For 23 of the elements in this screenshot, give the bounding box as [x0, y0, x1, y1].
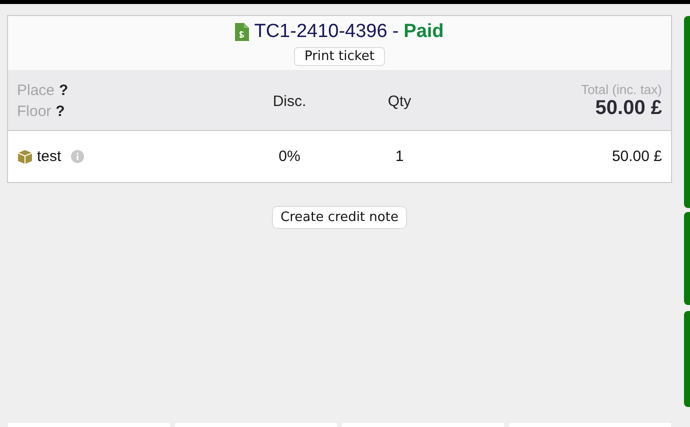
- print-ticket-button[interactable]: Print ticket: [294, 47, 385, 66]
- place-label: Place: [17, 82, 55, 99]
- floor-value: ?: [56, 103, 65, 120]
- place-value: ?: [58, 82, 68, 99]
- ticket-status: Paid: [404, 21, 444, 43]
- invoice-icon: [235, 23, 250, 41]
- separator: -: [392, 21, 399, 43]
- line-total: 50.00 £: [610, 148, 662, 165]
- quantity-cell-text: 1: [394, 148, 405, 165]
- floor-label: Floor: [17, 103, 52, 120]
- total-label: Total (inc. tax): [580, 82, 662, 97]
- box-icon: [17, 148, 33, 164]
- column-header: Qty: [386, 92, 412, 110]
- discount-cell-text: 0%: [278, 148, 302, 165]
- total-amount: 50.00 £: [594, 97, 662, 120]
- side-tab[interactable]: [684, 311, 690, 407]
- info-icon[interactable]: [71, 150, 84, 163]
- create-credit-note-button[interactable]: Create credit note: [272, 206, 408, 229]
- product-name: test: [37, 148, 62, 165]
- side-tab[interactable]: [684, 212, 690, 305]
- column-header: Disc.: [272, 92, 308, 110]
- ticket-number: TC1-2410-4396: [254, 21, 388, 43]
- side-tab[interactable]: [684, 16, 690, 208]
